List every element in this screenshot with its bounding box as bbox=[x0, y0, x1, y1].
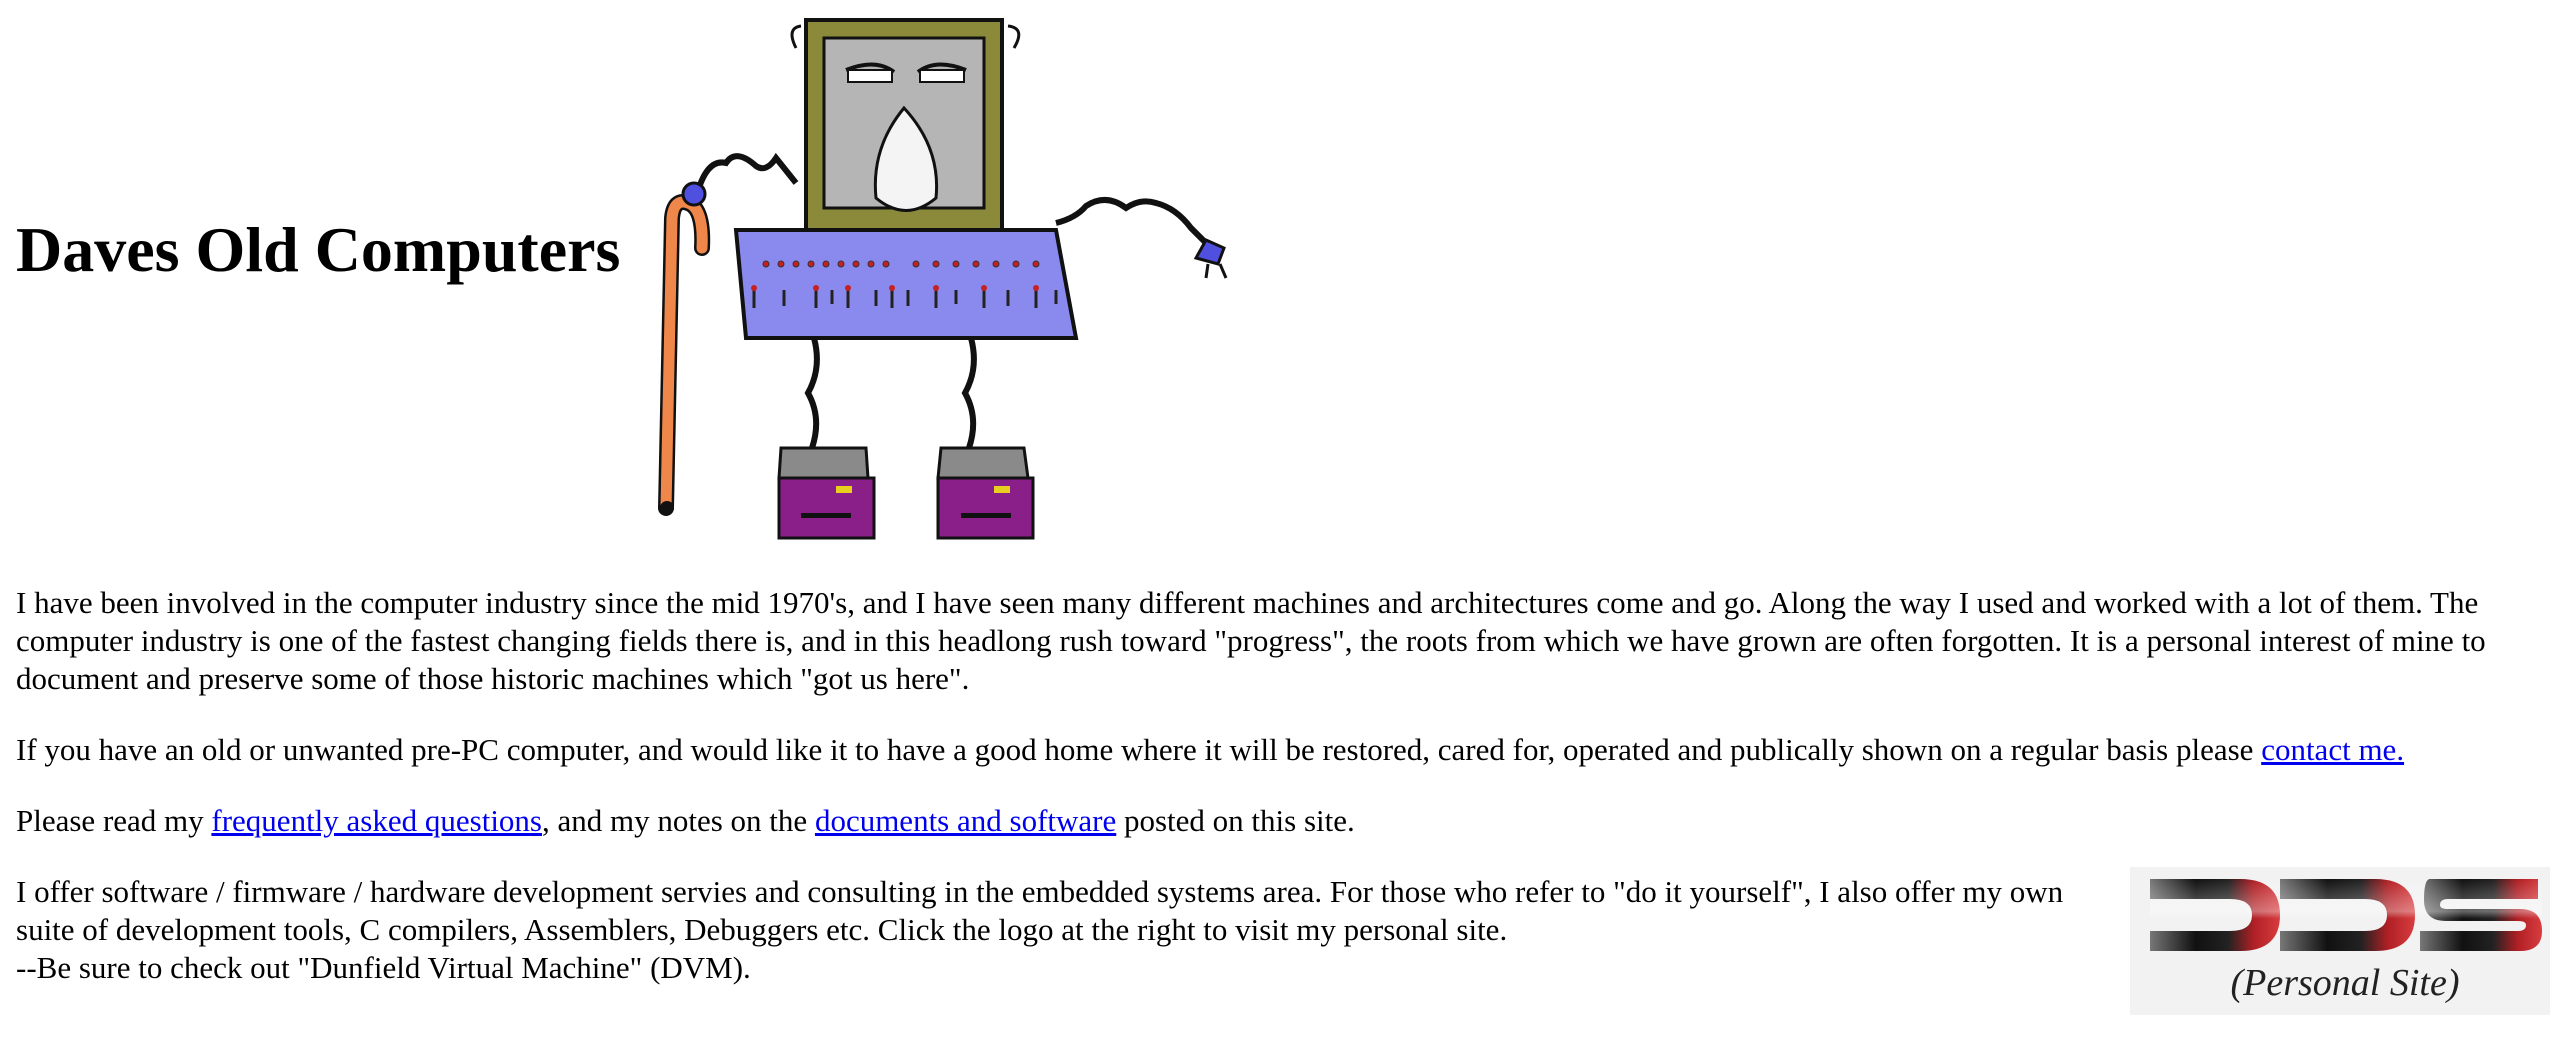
services-text: I offer software / firmware / hardware d… bbox=[16, 873, 2106, 987]
intro-paragraph: I have been involved in the computer ind… bbox=[16, 585, 2486, 696]
faq-link[interactable]: frequently asked questions bbox=[211, 803, 542, 838]
dds-logo-caption: (Personal Site) bbox=[2230, 962, 2459, 1004]
faq-prefix-text: Please read my bbox=[16, 803, 212, 838]
dds-logo-icon[interactable]: (Personal Site) bbox=[2130, 867, 2550, 1015]
faq-paragraph: Please read my frequently asked question… bbox=[16, 802, 2546, 840]
old-computer-mascot-icon bbox=[636, 8, 1256, 548]
services-line-1: I offer software / firmware / hardware d… bbox=[16, 874, 2064, 947]
faq-middle-text: , and my notes on the bbox=[542, 803, 815, 838]
page: Daves Old Computers I have been involved… bbox=[0, 0, 2560, 1062]
services-line-2: --Be sure to check out "Dunfield Virtual… bbox=[16, 950, 751, 985]
page-title: Daves Old Computers bbox=[16, 214, 621, 285]
contact-me-link[interactable]: contact me. bbox=[2261, 732, 2404, 767]
services-section: I offer software / firmware / hardware d… bbox=[16, 867, 2550, 1015]
main-content: I have been involved in the computer ind… bbox=[16, 584, 2550, 1015]
documents-software-link[interactable]: documents and software bbox=[815, 803, 1116, 838]
donate-paragraph: If you have an old or unwanted pre-PC co… bbox=[16, 731, 2546, 769]
header: Daves Old Computers bbox=[16, 0, 1316, 548]
donate-text: If you have an old or unwanted pre-PC co… bbox=[16, 732, 2262, 767]
faq-suffix-text: posted on this site. bbox=[1116, 803, 1355, 838]
